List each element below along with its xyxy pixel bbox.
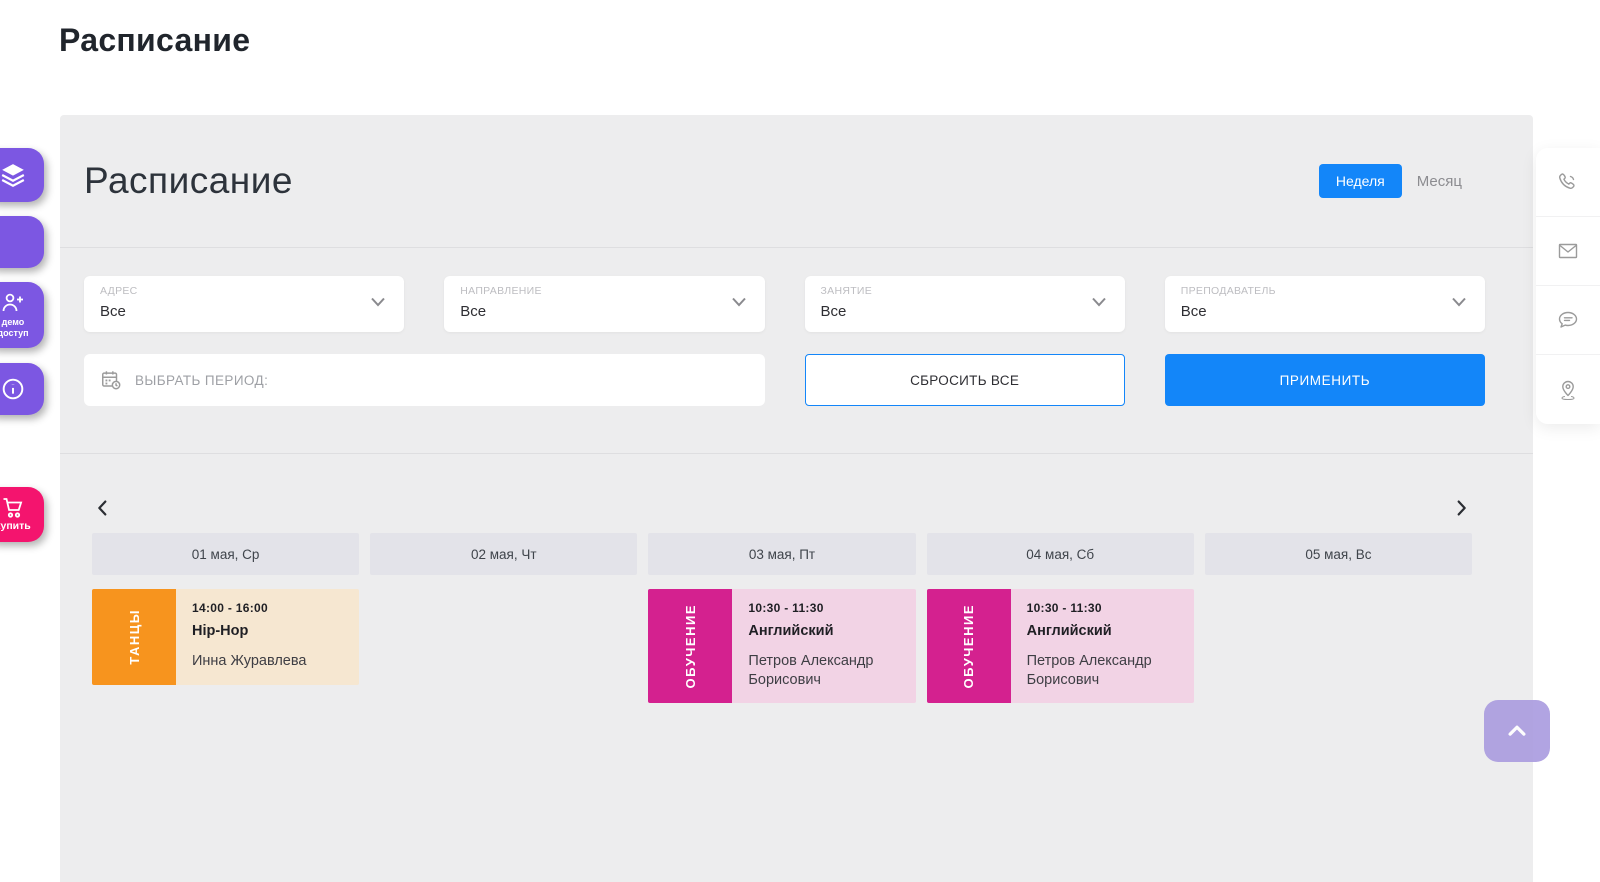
next-week-button[interactable] [1450, 497, 1472, 519]
period-field[interactable] [84, 354, 765, 406]
chat-icon [1556, 308, 1580, 332]
event-time: 10:30 - 11:30 [1027, 601, 1182, 615]
buy-button-label: купить [0, 520, 31, 532]
apply-button[interactable]: ПРИМЕНИТЬ [1165, 354, 1485, 406]
contact-rail [1536, 148, 1600, 424]
address-select-value: Все [100, 303, 360, 320]
chevron-down-icon [1089, 292, 1109, 317]
chevron-down-icon [368, 292, 388, 317]
sidebar-item-apps[interactable] [0, 216, 44, 268]
week-view-button[interactable]: Неделя [1319, 164, 1402, 198]
reset-all-button[interactable]: СБРОСИТЬ ВСЕ [805, 354, 1125, 406]
event-category-strip: ТАНЦЫ [92, 589, 176, 685]
period-input[interactable] [135, 373, 749, 388]
event-category-strip: ОБУЧЕНИЕ [927, 589, 1011, 703]
week-calendar: 01 мая, Ср 02 мая, Чт 03 мая, Пт 04 мая,… [60, 454, 1533, 703]
lesson-select-label: ЗАНЯТИЕ [821, 285, 1081, 297]
address-select-label: АДРЕС [100, 285, 360, 297]
phone-button[interactable] [1536, 148, 1600, 217]
event-details: 14:00 - 16:00 Hip-Hop Инна Журавлева [176, 589, 359, 685]
event-card[interactable]: ТАНЦЫ 14:00 - 16:00 Hip-Hop Инна Журавле… [92, 589, 359, 685]
scroll-to-top-button[interactable] [1484, 700, 1550, 762]
event-category-label: ТАНЦЫ [127, 609, 142, 665]
direction-select-label: НАПРАВЛЕНИЕ [460, 285, 720, 297]
month-view-button[interactable]: Месяц [1417, 173, 1462, 190]
sidebar-item-demo-access[interactable]: демо доступ [0, 282, 44, 348]
day-header: 04 мая, Сб [927, 533, 1194, 575]
day-header: 05 мая, Вс [1205, 533, 1472, 575]
teacher-select-label: ПРЕПОДАВАТЕЛЬ [1181, 285, 1441, 297]
event-title: Английский [1027, 623, 1182, 639]
day-header: 03 мая, Пт [648, 533, 915, 575]
location-button[interactable] [1536, 355, 1600, 424]
event-title: Hip-Hop [192, 623, 347, 639]
event-category-label: ОБУЧЕНИЕ [961, 604, 976, 688]
sidebar-item-info[interactable] [0, 363, 44, 415]
location-icon [1556, 378, 1580, 402]
lesson-select-value: Все [821, 303, 1081, 320]
cart-icon [1, 497, 26, 519]
event-card[interactable]: ОБУЧЕНИЕ 10:30 - 11:30 Английский Петров… [927, 589, 1194, 703]
events-row: ТАНЦЫ 14:00 - 16:00 Hip-Hop Инна Журавле… [92, 589, 1472, 703]
event-card[interactable]: ОБУЧЕНИЕ 10:30 - 11:30 Английский Петров… [648, 589, 915, 703]
phone-icon [1556, 170, 1580, 194]
event-time: 14:00 - 16:00 [192, 601, 347, 615]
schedule-title: Расписание [84, 160, 293, 202]
chevron-down-icon [1449, 292, 1469, 317]
event-time: 10:30 - 11:30 [748, 601, 903, 615]
direction-select-value: Все [460, 303, 720, 320]
teacher-select[interactable]: ПРЕПОДАВАТЕЛЬ Все [1165, 276, 1485, 332]
event-teacher: Инна Журавлева [192, 652, 347, 671]
page-title: Расписание [59, 22, 250, 59]
buy-button[interactable]: купить [0, 487, 44, 542]
chevron-left-icon [92, 497, 114, 519]
chevron-down-icon [729, 292, 749, 317]
prev-week-button[interactable] [92, 497, 114, 519]
filters-panel: АДРЕС Все НАПРАВЛЕНИЕ Все ЗАНЯТИЕ Все [60, 248, 1533, 454]
event-teacher: Петров Александр Борисович [1027, 652, 1182, 689]
direction-select[interactable]: НАПРАВЛЕНИЕ Все [444, 276, 764, 332]
chevron-right-icon [1450, 497, 1472, 519]
mail-icon [1556, 239, 1580, 263]
info-icon [0, 376, 26, 402]
schedule-card-header: Расписание Неделя Месяц [60, 115, 1533, 248]
event-teacher: Петров Александр Борисович [748, 652, 903, 689]
calendar-icon [100, 369, 122, 391]
lesson-select[interactable]: ЗАНЯТИЕ Все [805, 276, 1125, 332]
chevron-up-icon [1502, 716, 1532, 746]
demo-access-label: демо доступ [0, 317, 29, 339]
sidebar-item-layers[interactable] [0, 148, 44, 202]
event-category-strip: ОБУЧЕНИЕ [648, 589, 732, 703]
event-details: 10:30 - 11:30 Английский Петров Александ… [1011, 589, 1194, 703]
mail-button[interactable] [1536, 217, 1600, 286]
event-title: Английский [748, 623, 903, 639]
view-toggle: Неделя Месяц [1319, 164, 1462, 198]
address-select[interactable]: АДРЕС Все [84, 276, 404, 332]
event-details: 10:30 - 11:30 Английский Петров Александ… [732, 589, 915, 703]
day-headers-row: 01 мая, Ср 02 мая, Чт 03 мая, Пт 04 мая,… [92, 533, 1472, 575]
teacher-select-value: Все [1181, 303, 1441, 320]
day-header: 01 мая, Ср [92, 533, 359, 575]
day-header: 02 мая, Чт [370, 533, 637, 575]
chat-button[interactable] [1536, 286, 1600, 355]
layers-icon [0, 162, 26, 188]
schedule-card: Расписание Неделя Месяц АДРЕС Все НАПРАВ… [60, 115, 1533, 882]
person-add-icon [0, 291, 26, 315]
event-category-label: ОБУЧЕНИЕ [683, 604, 698, 688]
